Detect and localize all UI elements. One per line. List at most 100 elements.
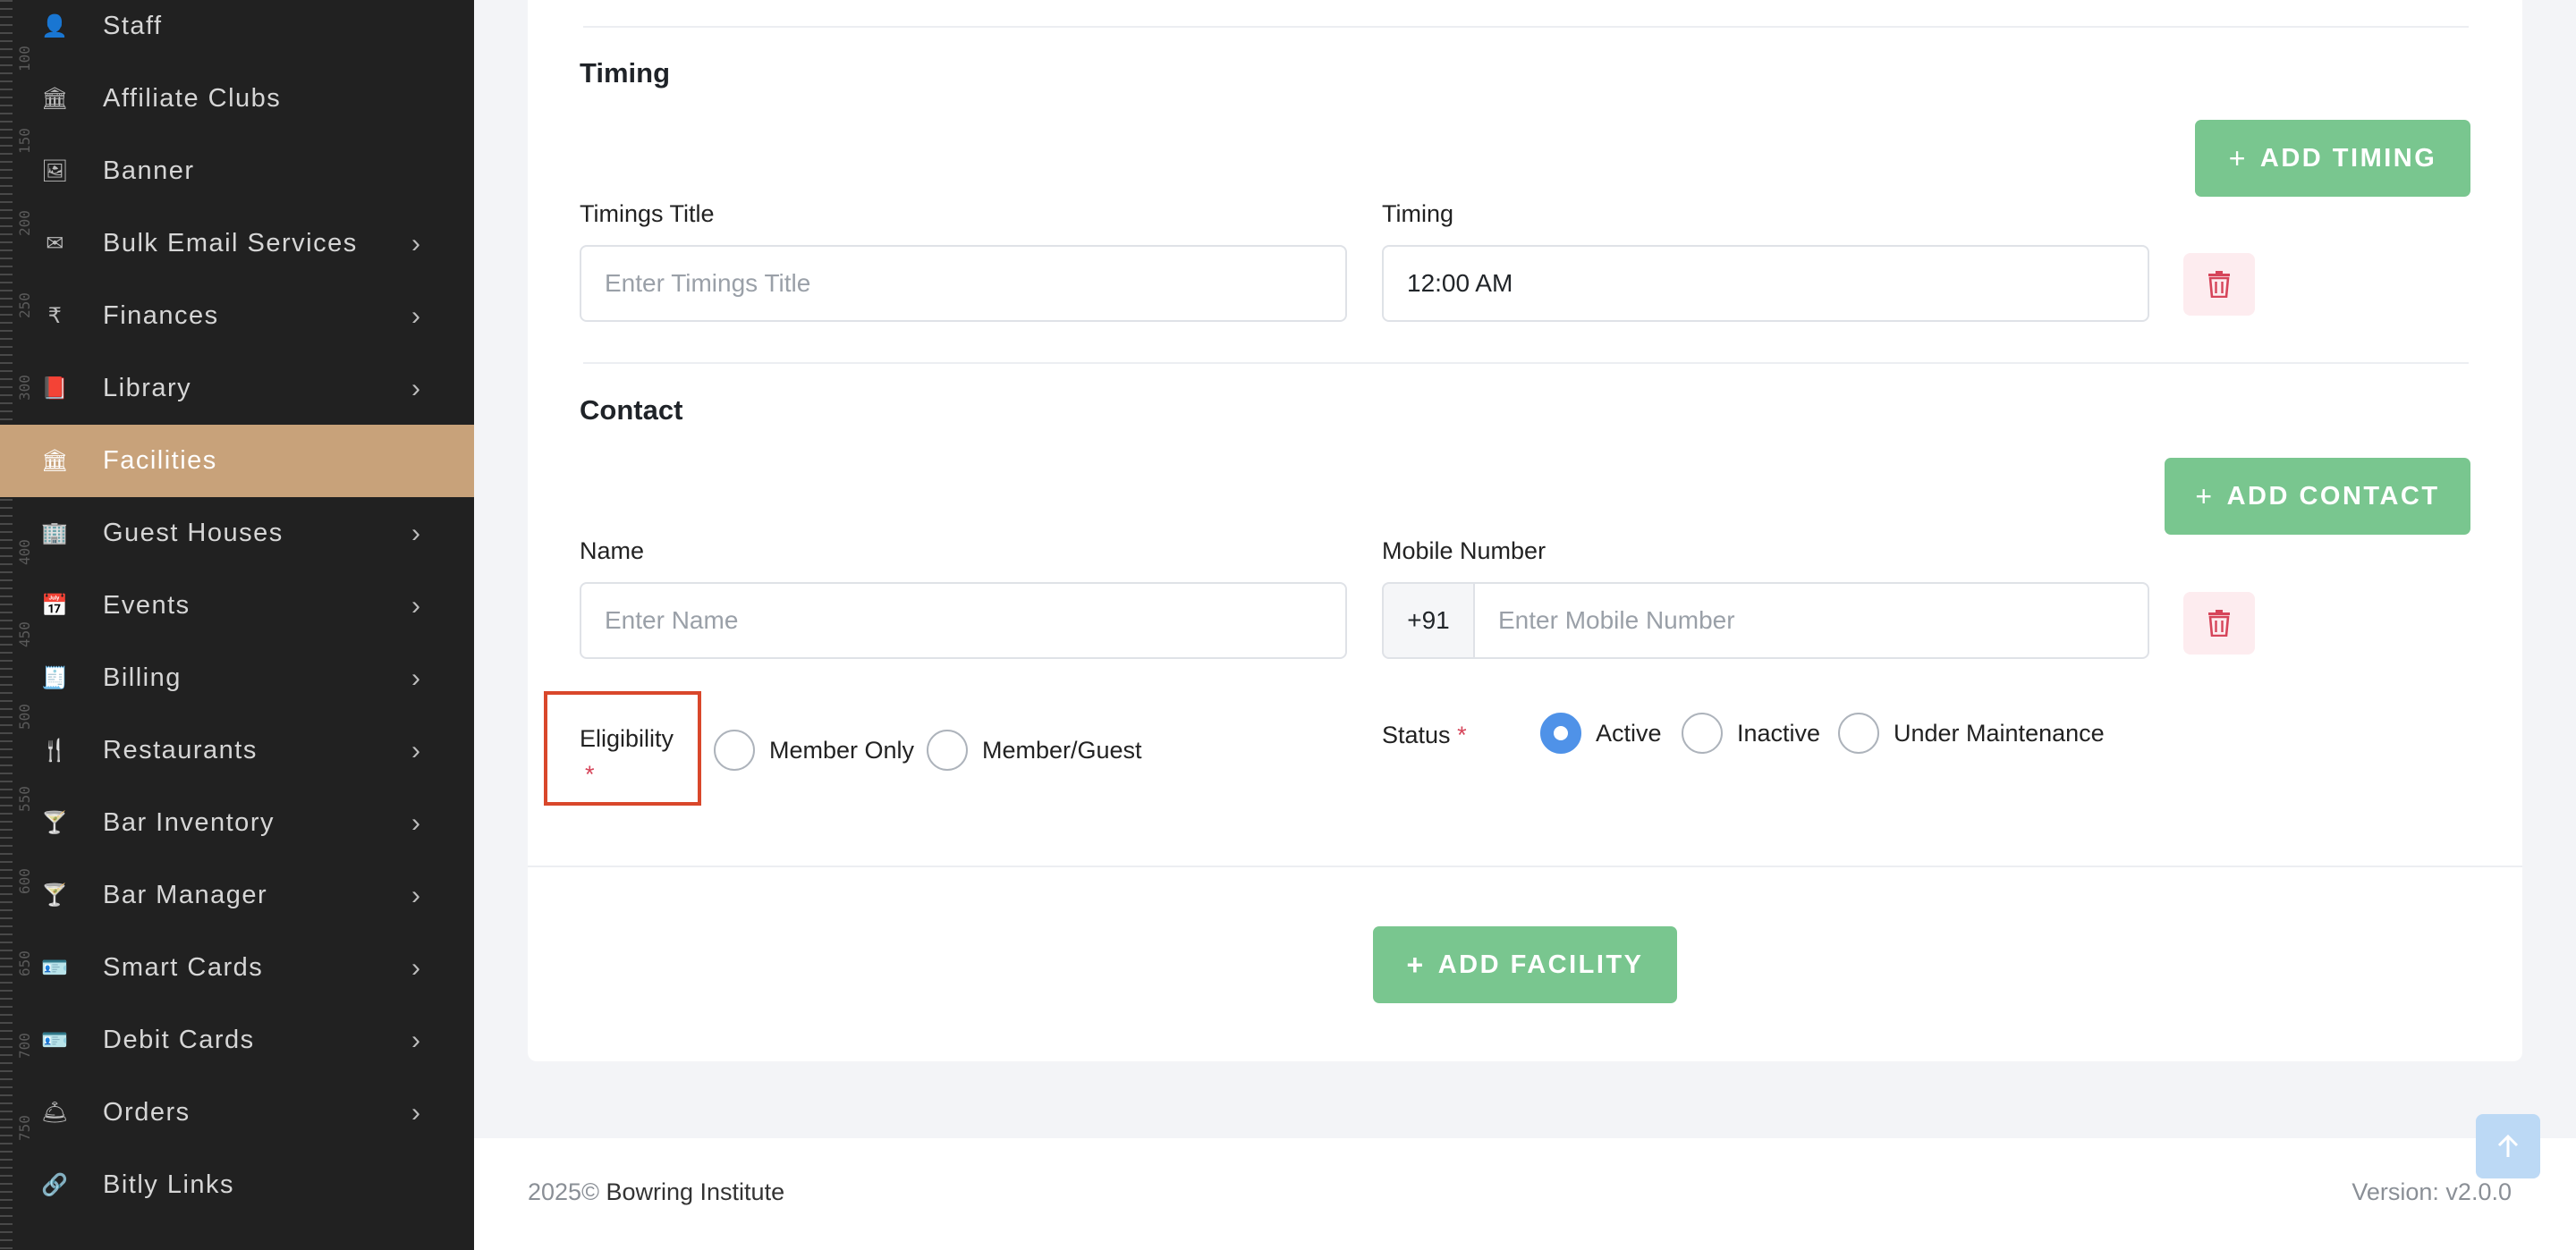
sidebar-item-label: Bulk Email Services bbox=[103, 229, 358, 258]
cocktail-icon: 🍸 bbox=[41, 883, 70, 908]
status-required-mark: * bbox=[1457, 722, 1467, 748]
name-input[interactable] bbox=[580, 582, 1347, 659]
footer-copyright: 2025© Bowring Institute bbox=[528, 1178, 784, 1206]
sidebar-item-label: Facilities bbox=[103, 446, 217, 475]
facility-form-card: Timing + ADD TIMING Timings Title Timing… bbox=[528, 0, 2522, 1061]
radio-button[interactable] bbox=[927, 730, 968, 771]
timing-section-title: Timing bbox=[580, 57, 671, 89]
footer: 2025© Bowring Institute Version: v2.0.0 bbox=[474, 1138, 2576, 1250]
chevron-right-icon: › bbox=[411, 807, 422, 838]
add-timing-label: ADD TIMING bbox=[2259, 143, 2437, 173]
sidebar-item-label: Debit Cards bbox=[103, 1026, 255, 1054]
sidebar-item-label: Affiliate Clubs bbox=[103, 84, 282, 113]
add-timing-button[interactable]: + ADD TIMING bbox=[2195, 120, 2470, 197]
building-icon: 🏢 bbox=[41, 521, 70, 545]
sidebar-item-restaurants[interactable]: 🍴 Restaurants › bbox=[0, 714, 474, 787]
id-card-icon: 🪪 bbox=[41, 956, 70, 980]
eligibility-option-member-guest[interactable]: Member/Guest bbox=[927, 730, 1142, 771]
chevron-right-icon: › bbox=[411, 663, 422, 693]
delete-timing-button[interactable] bbox=[2183, 253, 2255, 316]
sidebar-item-label: Orders bbox=[103, 1098, 191, 1127]
mobile-number-label: Mobile Number bbox=[1382, 537, 1546, 564]
sidebar-item-bulk-email-services[interactable]: ✉ Bulk Email Services › bbox=[0, 207, 474, 280]
sidebar-item-label: Staff bbox=[103, 12, 163, 40]
add-contact-button[interactable]: + ADD CONTACT bbox=[2165, 458, 2470, 535]
sidebar-item-label: Events bbox=[103, 591, 191, 620]
calendar-icon: 📅 bbox=[41, 594, 70, 618]
id-card-icon: 🪪 bbox=[41, 1028, 70, 1052]
form-bottom-divider bbox=[528, 866, 2522, 867]
eligibility-option-label: Member/Guest bbox=[982, 736, 1142, 764]
timings-title-input[interactable] bbox=[580, 245, 1347, 322]
top-divider bbox=[583, 26, 2469, 28]
status-option-label: Under Maintenance bbox=[1894, 719, 2105, 747]
sidebar-item-label: Bitly Links bbox=[103, 1170, 235, 1199]
utensils-icon: 🍴 bbox=[41, 739, 70, 763]
timing-divider bbox=[583, 362, 2469, 364]
sidebar-item-affiliate-clubs[interactable]: 🏛 Affiliate Clubs bbox=[0, 63, 474, 135]
arrow-up-icon bbox=[2497, 1134, 2519, 1157]
radio-button-checked[interactable] bbox=[1540, 713, 1581, 754]
chevron-right-icon: › bbox=[411, 880, 422, 910]
sidebar-item-finances[interactable]: ₹ Finances › bbox=[0, 280, 474, 352]
envelope-icon: ✉ bbox=[46, 232, 65, 256]
trash-icon bbox=[2208, 271, 2230, 298]
sidebar-item-label: Billing bbox=[103, 663, 182, 692]
plus-icon: + bbox=[1406, 948, 1426, 981]
status-label: Status * bbox=[1382, 722, 1467, 749]
sidebar-item-orders[interactable]: 🛎 Orders › bbox=[0, 1077, 474, 1149]
add-contact-label: ADD CONTACT bbox=[2226, 481, 2440, 511]
sidebar-item-events[interactable]: 📅 Events › bbox=[0, 570, 474, 642]
chevron-right-icon: › bbox=[411, 518, 422, 548]
sidebar-item-guest-houses[interactable]: 🏢 Guest Houses › bbox=[0, 497, 474, 570]
chevron-right-icon: › bbox=[411, 373, 422, 403]
chevron-right-icon: › bbox=[411, 1025, 422, 1055]
status-option-label: Active bbox=[1596, 719, 1662, 747]
bank-icon: 🏛 bbox=[41, 449, 70, 473]
user-icon: 👤 bbox=[41, 14, 70, 38]
chevron-right-icon: › bbox=[411, 228, 422, 258]
book-icon: 📕 bbox=[41, 376, 70, 401]
name-label: Name bbox=[580, 537, 645, 564]
radio-button[interactable] bbox=[714, 730, 755, 771]
bell-concierge-icon: 🛎 bbox=[41, 1101, 70, 1125]
sidebar-item-bar-inventory[interactable]: 🍸 Bar Inventory › bbox=[0, 787, 474, 859]
status-option-inactive[interactable]: Inactive bbox=[1682, 713, 1820, 754]
sidebar-item-smart-cards[interactable]: 🪪 Smart Cards › bbox=[0, 932, 474, 1004]
scroll-to-top-button[interactable] bbox=[2476, 1114, 2540, 1178]
footer-version: Version: v2.0.0 bbox=[2351, 1178, 2512, 1205]
image-icon: 🖼 bbox=[41, 159, 70, 183]
footer-brand: Bowring Institute bbox=[606, 1178, 785, 1205]
sidebar-item-staff[interactable]: 👤 Staff bbox=[0, 0, 474, 63]
plus-icon: + bbox=[2228, 141, 2248, 174]
status-option-under-maintenance[interactable]: Under Maintenance bbox=[1838, 713, 2105, 754]
sidebar-item-label: Restaurants bbox=[103, 736, 258, 764]
sidebar-item-label: Banner bbox=[103, 156, 195, 185]
sidebar-item-label: Finances bbox=[103, 301, 219, 330]
eligibility-option-member-only[interactable]: Member Only bbox=[714, 730, 914, 771]
sidebar-item-facilities[interactable]: 🏛 Facilities bbox=[0, 425, 474, 497]
sidebar: 1001502002503003504004505005506006507007… bbox=[0, 0, 474, 1250]
add-facility-button[interactable]: + ADD FACILITY bbox=[1373, 926, 1677, 1003]
chevron-right-icon: › bbox=[411, 952, 422, 983]
trash-icon bbox=[2208, 610, 2230, 637]
sidebar-item-debit-cards[interactable]: 🪪 Debit Cards › bbox=[0, 1004, 474, 1077]
mobile-number-input[interactable] bbox=[1473, 582, 2149, 659]
bank-icon: 🏛 bbox=[41, 87, 70, 111]
radio-button[interactable] bbox=[1682, 713, 1723, 754]
sidebar-item-library[interactable]: 📕 Library › bbox=[0, 352, 474, 425]
delete-contact-button[interactable] bbox=[2183, 592, 2255, 655]
sidebar-item-label: Guest Houses bbox=[103, 519, 284, 547]
radio-button[interactable] bbox=[1838, 713, 1879, 754]
sidebar-item-label: Bar Manager bbox=[103, 881, 268, 909]
eligibility-highlight-box bbox=[544, 691, 701, 806]
eligibility-option-label: Member Only bbox=[769, 736, 915, 764]
sidebar-item-billing[interactable]: 🧾 Billing › bbox=[0, 642, 474, 714]
timing-input[interactable] bbox=[1382, 245, 2149, 322]
status-option-active[interactable]: Active bbox=[1540, 713, 1662, 754]
footer-year: 2025© bbox=[528, 1178, 599, 1205]
sidebar-item-label: Bar Inventory bbox=[103, 808, 275, 837]
sidebar-item-bitly-links[interactable]: 🔗 Bitly Links bbox=[0, 1149, 474, 1221]
sidebar-item-banner[interactable]: 🖼 Banner bbox=[0, 135, 474, 207]
sidebar-item-bar-manager[interactable]: 🍸 Bar Manager › bbox=[0, 859, 474, 932]
